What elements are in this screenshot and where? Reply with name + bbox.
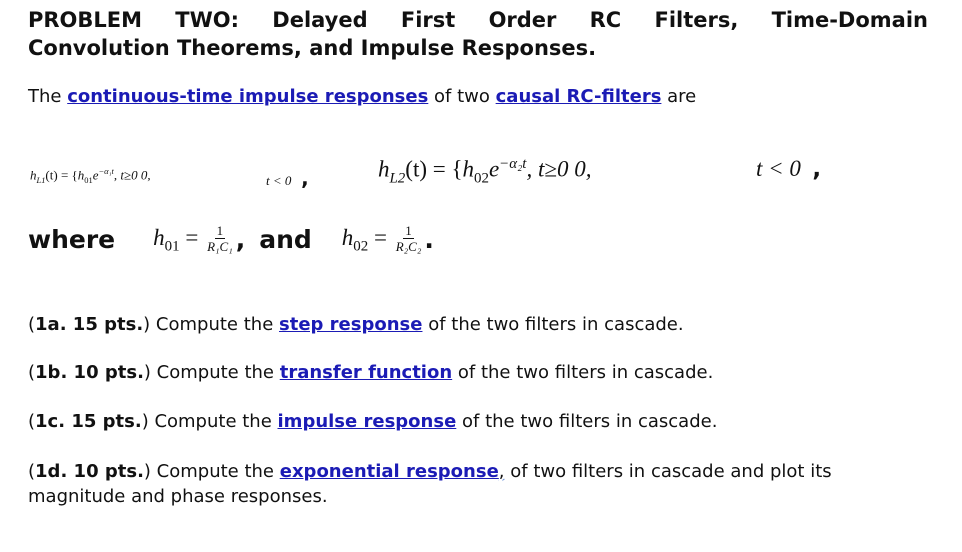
question-label: 1d. 10 pts. bbox=[35, 461, 144, 482]
separator: , bbox=[235, 225, 246, 255]
question-text: Compute the bbox=[150, 314, 279, 335]
where-label: where bbox=[28, 225, 116, 255]
eq-arg: (t) = { bbox=[405, 156, 463, 182]
eq-symbol: h bbox=[341, 224, 354, 250]
eq-subscript: 01 bbox=[164, 238, 180, 255]
eq-subscript: 01 bbox=[84, 174, 93, 185]
equation-h1: hL1(t) = {h01e−α₁t, t≥0 0, t < 0 , bbox=[30, 166, 309, 190]
link-impulse-response[interactable]: impulse response bbox=[278, 411, 457, 432]
eq-subscript: 02 bbox=[353, 238, 369, 255]
fraction-denominator: R₂C₂ bbox=[395, 239, 422, 254]
eq-end: , bbox=[301, 166, 309, 190]
eq-subscript: 02 bbox=[474, 170, 489, 187]
fraction-numerator: 1 bbox=[403, 223, 414, 239]
eq-condition: t < 0 bbox=[756, 156, 801, 181]
intro-paragraph: The continuous-time impulse responses of… bbox=[28, 86, 696, 107]
eq-coef: h bbox=[462, 156, 475, 182]
title-word: Filters, bbox=[654, 8, 739, 32]
question-label: 1b. 10 pts. bbox=[35, 362, 144, 383]
intro-text: The bbox=[28, 86, 68, 107]
eq-exponent: −α₁t bbox=[98, 166, 114, 176]
link-transfer-function[interactable]: transfer function bbox=[280, 362, 452, 383]
title-line-1: PROBLEM TWO: Delayed First Order RC Filt… bbox=[28, 6, 928, 34]
eq-condition: , t≥0 0, bbox=[526, 156, 592, 182]
question-text: of the two filters in cascade. bbox=[422, 314, 684, 335]
eq-arg: (t) = { bbox=[45, 167, 78, 183]
link-causal-rc-filters[interactable]: causal RC-filters bbox=[496, 86, 662, 107]
eq-symbol: h bbox=[378, 156, 390, 182]
title-word: Time-Domain bbox=[771, 8, 928, 32]
question-text: Compute the bbox=[150, 461, 280, 482]
title-word: Order bbox=[488, 8, 557, 32]
title-line-2: Convolution Theorems, and Impulse Respon… bbox=[28, 36, 597, 60]
title-word: First bbox=[400, 8, 456, 32]
eq-symbol: h bbox=[153, 224, 165, 250]
h01-definition: h01 = 1 R₁C₁ bbox=[153, 223, 233, 255]
title-word: TWO: bbox=[175, 8, 240, 32]
and-label: and bbox=[259, 225, 312, 255]
link-continuous-time-impulse-responses[interactable]: continuous-time impulse responses bbox=[67, 86, 428, 107]
fraction-numerator: 1 bbox=[214, 223, 226, 239]
question-text: Compute the bbox=[150, 362, 280, 383]
question-label: 1a. 15 pts. bbox=[35, 314, 144, 335]
eq-condition: t < 0 bbox=[266, 173, 292, 188]
fraction: 1 R₂C₂ bbox=[396, 224, 422, 255]
where-definitions: where h01 = 1 R₁C₁, and h02 = 1 R₂C₂. bbox=[28, 224, 434, 255]
eq-condition: , t≥0 0, bbox=[113, 167, 151, 183]
title-word: PROBLEM bbox=[28, 8, 143, 32]
equation-h2: hL2(t) = {h02e−α₂t, t≥0 0, t < 0 , bbox=[378, 156, 821, 187]
question-1b: (1b. 10 pts.) Compute the transfer funct… bbox=[28, 362, 714, 383]
eq-exp-base: e bbox=[488, 156, 500, 182]
question-label: 1c. 15 pts. bbox=[35, 411, 142, 432]
eq-end: , bbox=[812, 156, 822, 182]
question-text: of the two filters in cascade. bbox=[456, 411, 718, 432]
eq-subscript: L2 bbox=[389, 170, 406, 187]
question-1a: (1a. 15 pts.) Compute the step response … bbox=[28, 314, 684, 335]
eq-exponent: −α₂t bbox=[499, 156, 527, 172]
question-text: of the two filters in cascade. bbox=[452, 362, 714, 383]
title-word: Delayed bbox=[272, 8, 368, 32]
period: . bbox=[424, 225, 434, 255]
fraction: 1 R₁C₁ bbox=[207, 224, 233, 255]
fraction-denominator: R₁C₁ bbox=[207, 239, 233, 254]
question-1c: (1c. 15 pts.) Compute the impulse respon… bbox=[28, 411, 718, 432]
problem-title: PROBLEM TWO: Delayed First Order RC Filt… bbox=[28, 6, 928, 62]
intro-text: of two bbox=[428, 86, 496, 107]
link-exponential-response[interactable]: exponential response bbox=[280, 461, 499, 482]
h02-definition: h02 = 1 R₂C₂ bbox=[341, 223, 422, 255]
title-word: RC bbox=[589, 8, 622, 32]
question-text: Compute the bbox=[148, 411, 278, 432]
question-1d: (1d. 10 pts.) Compute the exponential re… bbox=[28, 461, 832, 507]
link-step-response[interactable]: step response bbox=[279, 314, 422, 335]
intro-text: are bbox=[661, 86, 697, 107]
